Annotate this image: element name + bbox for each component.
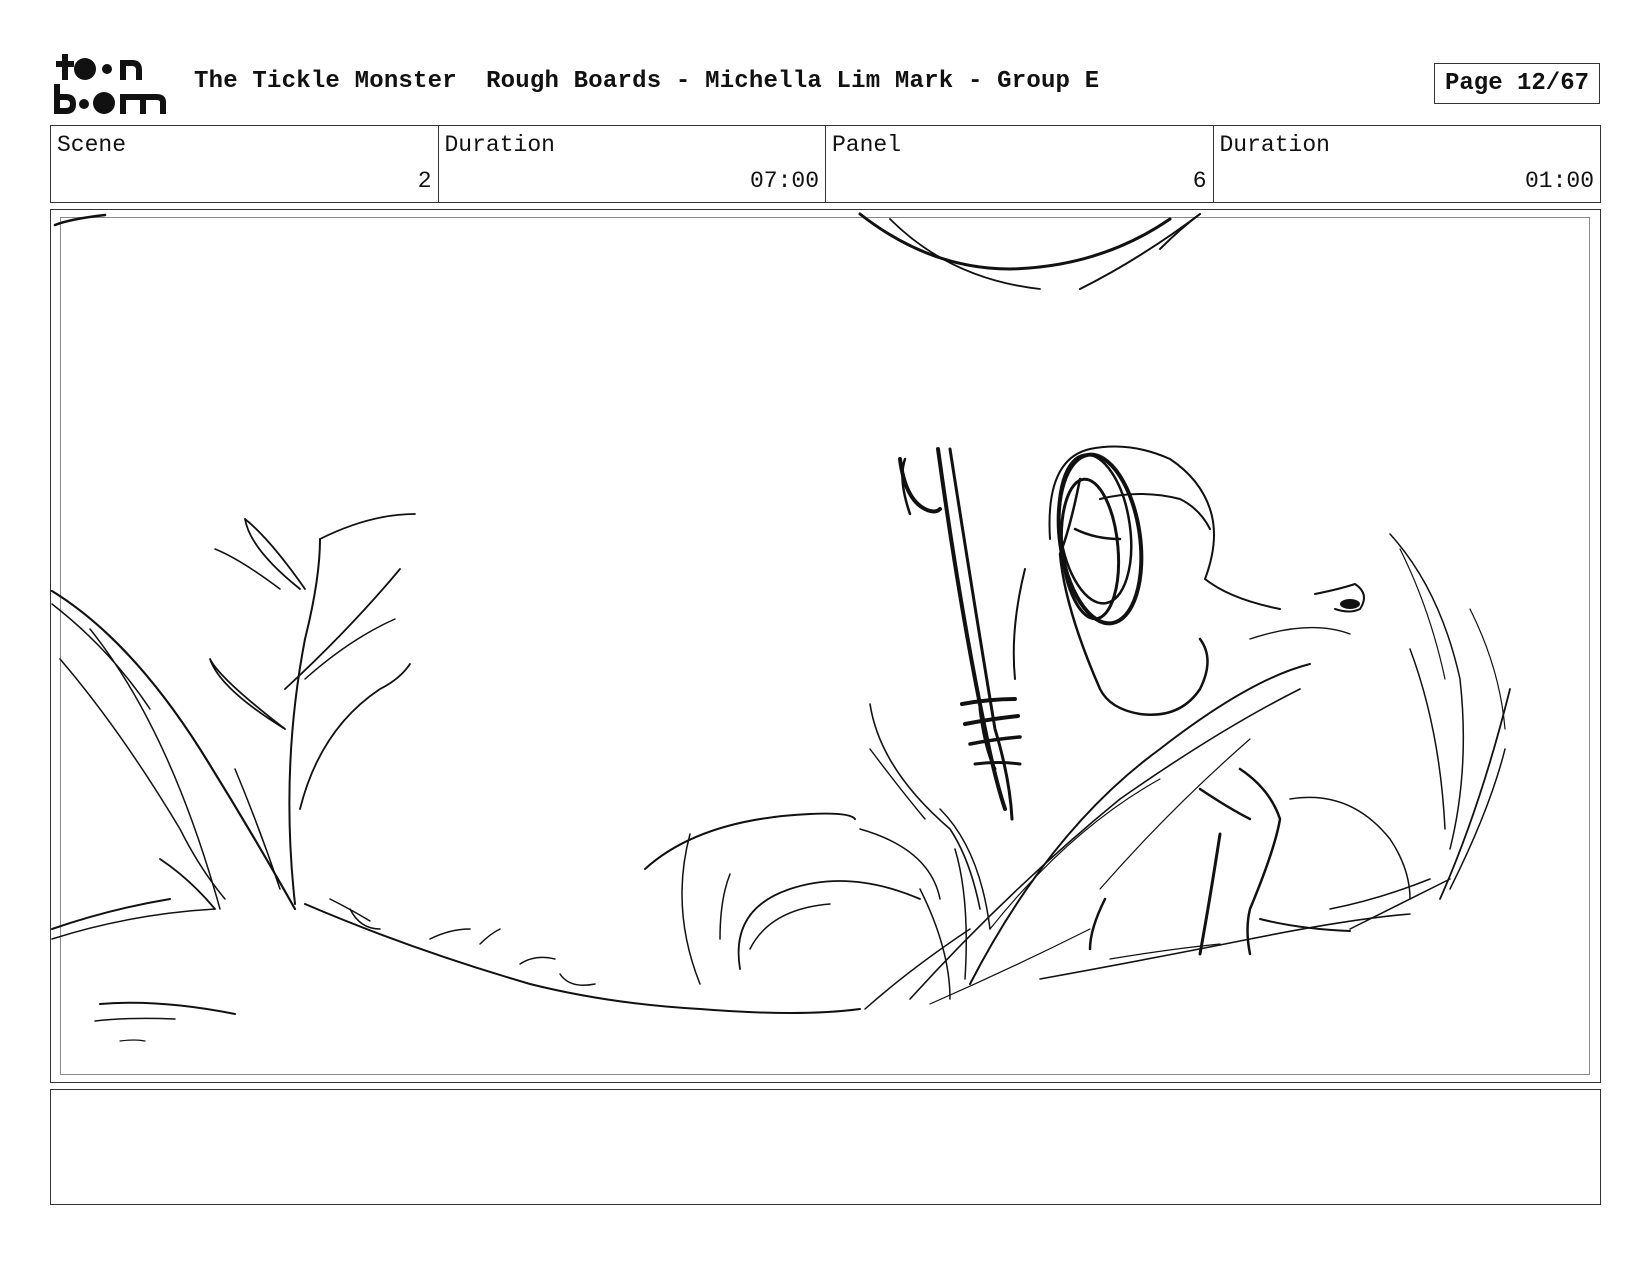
scene-label: Scene bbox=[57, 132, 127, 158]
header-title: The Tickle Monster Rough Boards - Michel… bbox=[194, 68, 1099, 95]
scene-duration-cell: Duration 07:00 bbox=[439, 126, 826, 202]
panel-duration-value: 01:00 bbox=[1524, 168, 1594, 194]
project-title: The Tickle Monster bbox=[194, 68, 457, 95]
scene-cell: Scene 2 bbox=[51, 126, 439, 202]
panel-cell: Panel 6 bbox=[826, 126, 1214, 202]
panel-duration-label: Duration bbox=[1219, 132, 1330, 158]
panel-notes-box bbox=[50, 1089, 1601, 1205]
page-number: Page 12/67 bbox=[1444, 70, 1590, 97]
scene-value: 2 bbox=[417, 168, 432, 194]
storyboard-sketch bbox=[50, 212, 1511, 1042]
panel-value: 6 bbox=[1192, 168, 1207, 194]
scene-duration-value: 07:00 bbox=[749, 168, 819, 194]
panel-duration-cell: Duration 01:00 bbox=[1214, 126, 1601, 202]
scene-info-table: Scene 2 Duration 07:00 Panel 6 Duration … bbox=[50, 125, 1601, 203]
board-subtitle: Rough Boards - Michella Lim Mark - Group… bbox=[486, 68, 1100, 95]
scene-duration-label: Duration bbox=[444, 132, 555, 158]
toonboom-logo bbox=[54, 54, 166, 114]
panel-label: Panel bbox=[832, 132, 902, 158]
page-indicator: Page 12/67 bbox=[1434, 63, 1600, 104]
